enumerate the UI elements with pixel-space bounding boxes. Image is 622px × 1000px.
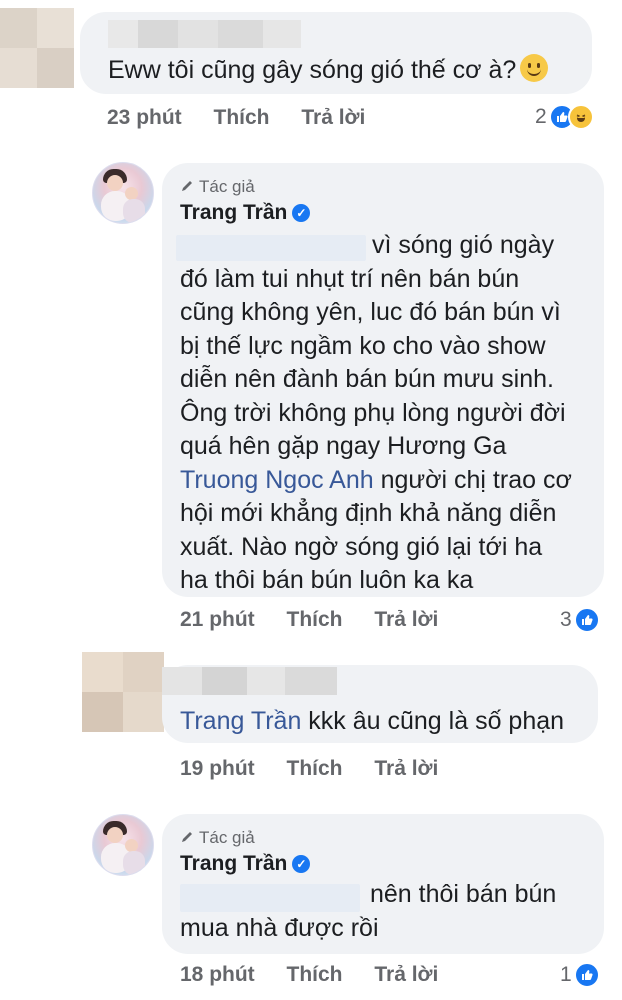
author-avatar[interactable] xyxy=(92,814,154,876)
blurred-avatar[interactable] xyxy=(82,652,164,732)
like-button[interactable]: Thích xyxy=(287,757,343,780)
comment-line: quá hên gặp ngay Hương Ga xyxy=(180,432,507,460)
pencil-icon xyxy=(182,832,192,842)
reaction-count: 3 xyxy=(560,608,572,631)
comment-line: Ông trời không phụ lòng người đời xyxy=(180,398,566,427)
verified-badge-icon: ✓ xyxy=(292,855,311,873)
comment-line: xuất. Nào ngờ sóng gió lại tới ha xyxy=(180,532,543,561)
reaction-count: 1 xyxy=(560,963,572,986)
comment-actions: 18 phút Thích Trả lời xyxy=(180,963,464,987)
comment-text: Trang Trần kkk âu cũng là số phạn xyxy=(180,707,565,735)
comment-bubble: Eww tôi cũng gây sóng gió thế cơ à? xyxy=(80,12,592,94)
like-button[interactable]: Thích xyxy=(287,608,343,631)
author-avatar[interactable] xyxy=(92,162,154,224)
like-button[interactable]: Thích xyxy=(287,963,343,986)
comment-line: vì sóng gió ngày xyxy=(372,231,555,259)
reaction-summary[interactable]: 1 xyxy=(560,962,600,988)
like-icon xyxy=(573,607,600,633)
reply-button[interactable]: Trả lời xyxy=(301,106,365,129)
author-badge: Tác giả xyxy=(180,177,255,197)
blurred-avatar[interactable] xyxy=(0,8,74,88)
reply-button[interactable]: Trả lời xyxy=(374,757,438,780)
comment-line: cũng không yên, luc đó bán bún vì xyxy=(180,298,561,326)
comment-bubble: Trang Trần kkk âu cũng là số phạn xyxy=(162,665,598,743)
mention-link[interactable]: Truong Ngoc Anh xyxy=(180,466,374,494)
author-name[interactable]: Trang Trần ✓ xyxy=(180,201,311,225)
comment-bubble: Tác giả Trang Trần ✓ vì sóng gió ngày đó … xyxy=(162,163,604,597)
comment-bubble: Tác giả Trang Trần ✓ nên thôi bán bún mua… xyxy=(162,814,604,954)
comment-line: đó làm tui nhụt trí nên bán bún xyxy=(180,264,520,293)
comment-line: diễn nên đành bán bún mưu sinh. xyxy=(180,365,554,393)
like-icon xyxy=(573,962,600,988)
reply-button[interactable]: Trả lời xyxy=(374,963,438,986)
comment-line: Truong Ngoc Anh người chị trao cơ xyxy=(180,465,572,494)
comment-time[interactable]: 18 phút xyxy=(180,963,255,986)
pencil-icon xyxy=(182,181,192,191)
comment-line: mua nhà được rồi xyxy=(180,914,379,942)
author-badge: Tác giả xyxy=(180,828,255,848)
comment-time[interactable]: 19 phút xyxy=(180,757,255,780)
reply-button[interactable]: Trả lời xyxy=(374,608,438,631)
reaction-count: 2 xyxy=(535,105,547,128)
mention-link[interactable]: Trang Trần xyxy=(180,707,301,735)
comment-actions: 19 phút Thích Trả lời xyxy=(180,757,464,781)
blurred-author-name[interactable] xyxy=(162,667,337,695)
comment-actions: 23 phút Thích Trả lời xyxy=(107,106,391,130)
comment-time[interactable]: 23 phút xyxy=(107,106,182,129)
comment-line: ha thôi bán bún luôn ka ka xyxy=(180,566,474,594)
blurred-author-name[interactable] xyxy=(108,20,301,48)
blurred-mention[interactable] xyxy=(180,884,360,912)
reaction-summary[interactable]: 2 xyxy=(535,104,594,130)
reaction-summary[interactable]: 3 xyxy=(560,607,600,633)
comment-line: bị thế lực ngầm ko cho vào show xyxy=(180,331,546,360)
blurred-mention[interactable] xyxy=(176,235,366,261)
smile-emoji-icon xyxy=(520,54,549,82)
comment-text: Eww tôi cũng gây sóng gió thế cơ à? xyxy=(108,54,549,88)
verified-badge-icon: ✓ xyxy=(292,204,311,222)
haha-icon xyxy=(567,104,594,130)
comment-line: hội mới khẳng định khả năng diễn xyxy=(180,499,557,527)
comment-line: nên thôi bán bún xyxy=(370,880,557,908)
comment-time[interactable]: 21 phút xyxy=(180,608,255,631)
like-button[interactable]: Thích xyxy=(214,106,270,129)
author-name[interactable]: Trang Trần ✓ xyxy=(180,852,311,876)
comment-actions: 21 phút Thích Trả lời xyxy=(180,608,464,632)
